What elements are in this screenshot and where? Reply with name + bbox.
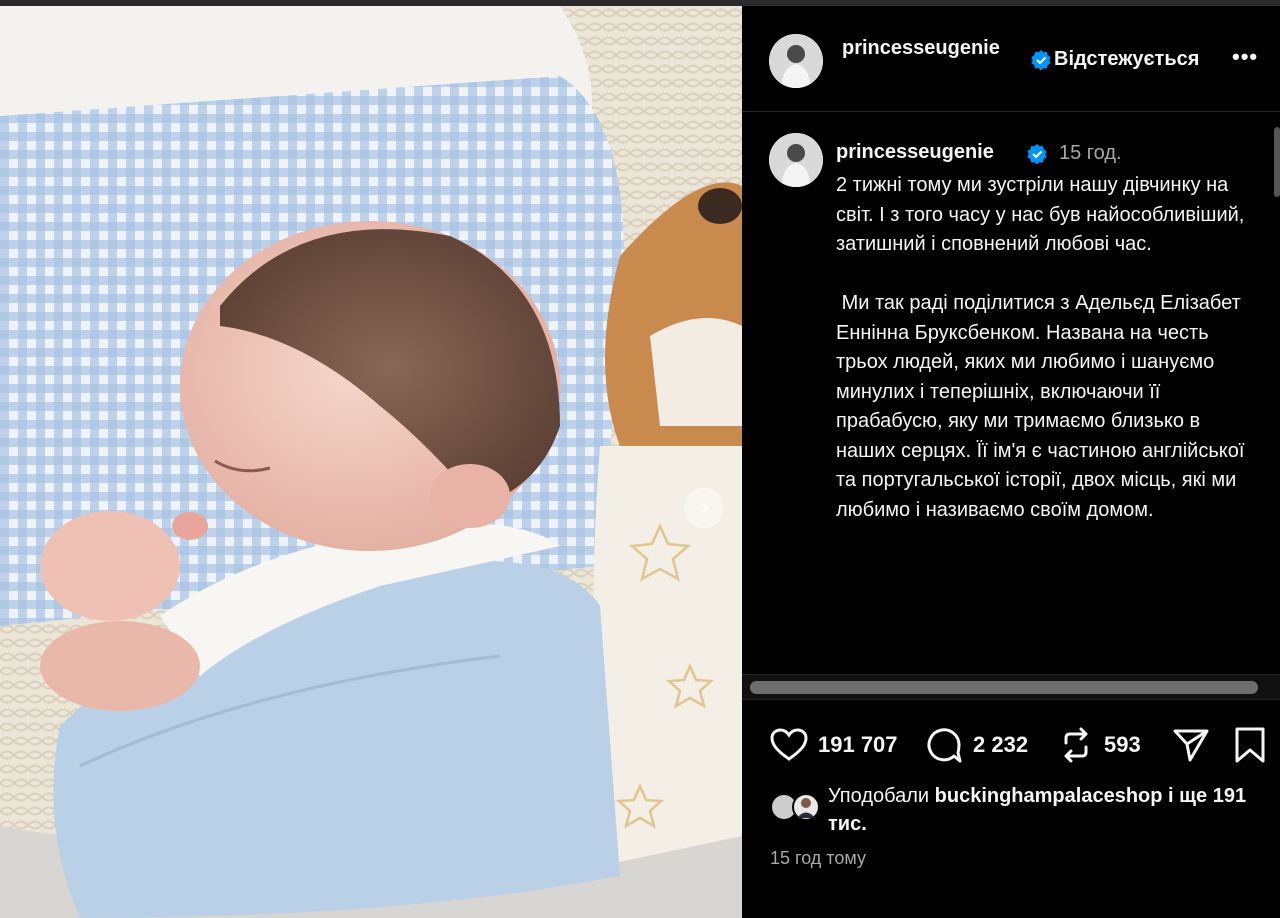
caption-text: 2 тижні тому ми зустріли нашу дівчинку н… [836,174,1245,521]
post-photo[interactable] [0,6,742,918]
verified-icon [1027,144,1047,164]
reposts-count[interactable]: 593 [1104,732,1141,758]
comment-action[interactable]: 2 232 [925,724,1028,766]
heart-icon[interactable] [770,728,808,762]
more-icon[interactable]: ••• [1232,44,1258,70]
comments-count[interactable]: 2 232 [973,732,1028,758]
bookmark-icon[interactable] [1234,726,1266,764]
repost-action[interactable]: 593 [1058,724,1141,766]
scrollbar-thumb[interactable] [750,681,1258,694]
action-bar: 191 707 2 232 593 [742,724,1280,768]
liked-by-avatars[interactable] [770,792,822,822]
likes-count[interactable]: 191 707 [818,732,898,758]
chevron-right-icon [701,502,709,514]
vertical-scrollbar[interactable] [1274,127,1280,197]
following-button[interactable]: Відстежується [1054,48,1199,71]
post-side-panel: princesseugenie Відстежується ••• prince… [742,6,1280,918]
horizontal-scrollbar[interactable] [742,674,1280,700]
share-action[interactable] [1172,724,1210,766]
caption-avatar[interactable] [769,133,823,187]
like-action[interactable]: 191 707 [770,724,898,766]
post-header: princesseugenie Відстежується ••• [742,6,1280,112]
caption-timestamp[interactable]: 15 год. [1059,142,1122,165]
liked-by-prefix: Уподобали [828,785,935,807]
author-username[interactable]: princesseugenie [842,34,1032,62]
liked-by-user[interactable]: buckinghampalaceshop [935,785,1163,807]
post-date[interactable]: 15 год тому [770,848,866,869]
baby-photo-image [0,6,742,918]
verified-icon [1031,50,1051,70]
avatar[interactable] [769,34,823,88]
caption-section: princesseugenie 15 год. 2 тижні тому ми … [742,113,1280,703]
repost-icon[interactable] [1058,726,1094,764]
comment-icon[interactable] [925,726,963,764]
share-icon[interactable] [1172,726,1210,764]
next-slide-button[interactable] [684,488,724,528]
bookmark-action[interactable] [1234,724,1266,766]
caption-username[interactable]: princesseugenie [836,141,994,164]
